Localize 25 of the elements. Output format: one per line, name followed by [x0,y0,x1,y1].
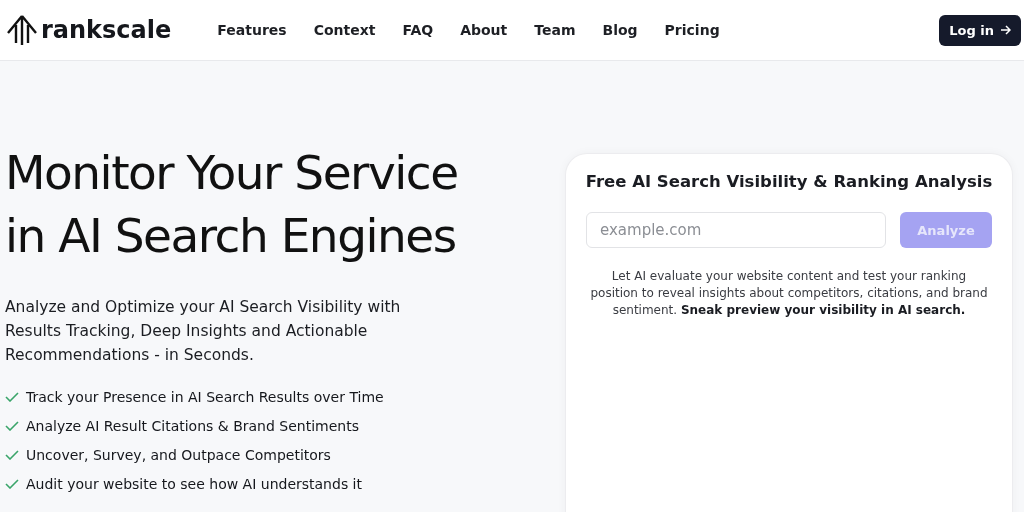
check-icon [5,392,19,402]
feature-item: Audit your website to see how AI understands it [26,475,362,494]
hero-subtitle: Analyze and Optimize your AI Search Visibility with Results Tracking, Deep Insights and Actionable Recommendations - in Seconds. [5,297,402,366]
feature-item: Analyze AI Result Citations & Brand Sentiments [26,417,359,436]
check-icon [5,421,19,431]
url-input-field[interactable]: example.com [586,212,886,248]
nav-link[interactable]: Features [217,22,287,38]
arrow-right-icon [1000,25,1011,35]
check-icon [5,479,19,489]
nav-link[interactable]: Blog [602,22,638,38]
feature-item: Track your Presence in AI Search Results over Time [26,388,384,407]
tree-logo-icon [5,13,39,47]
nav-link[interactable]: About [460,22,508,38]
card-description: Let AI evaluate your website content and test your ranking position to reveal insights about competitors, citations, and brand sentiment. Sneak preview your visibility in AI search. [589,268,989,319]
brand-name[interactable]: rankscale [41,16,172,44]
feature-item: Uncover, Survey, and Outpace Competitors [26,446,331,465]
nav-link[interactable]: FAQ [402,22,434,38]
hero-title: Monitor Your Service [5,144,459,202]
nav-link[interactable]: Pricing [664,22,720,38]
nav-link[interactable]: Context [313,22,376,38]
card-title: Free AI Search Visibility & Ranking Analysis [585,172,993,191]
nav-link[interactable]: Team [534,22,576,38]
hero-title: in AI Search Engines [5,207,457,265]
check-icon [5,450,19,460]
login-button[interactable]: Log in [939,14,1021,46]
